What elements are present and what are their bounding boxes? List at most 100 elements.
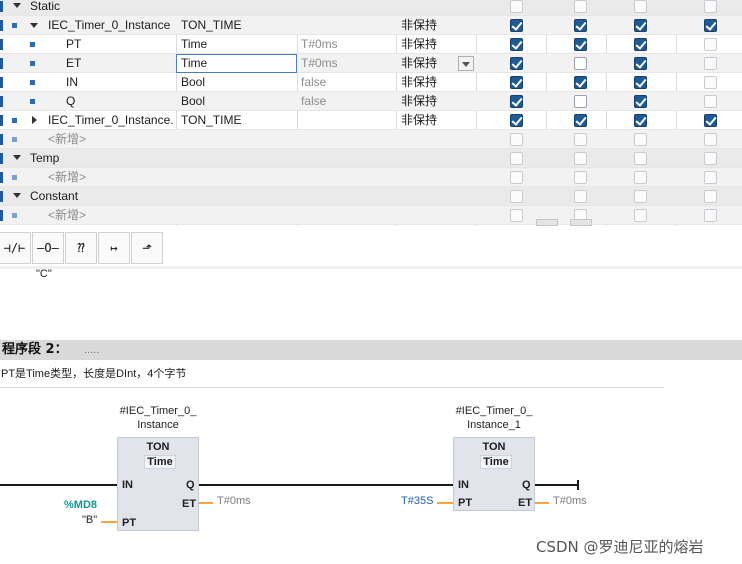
variable-option-checkbox[interactable]	[574, 38, 587, 51]
variable-option-checkbox[interactable]	[634, 38, 647, 51]
variable-row[interactable]: Q Bool false 非保持	[0, 92, 742, 111]
block-1-instance-name[interactable]: #IEC_Timer_0_ Instance	[108, 404, 208, 432]
variable-option-checkbox[interactable]	[574, 171, 587, 184]
network-title-placeholder[interactable]: .....	[84, 341, 99, 359]
variable-row[interactable]: IEC_Timer_0_Instance... TON_TIME 非保持	[0, 111, 742, 130]
variable-option-checkbox[interactable]	[510, 209, 523, 222]
variable-option-checkbox[interactable]	[704, 19, 717, 32]
variable-option-checkbox[interactable]	[510, 76, 523, 89]
open-branch-icon[interactable]: ↦	[98, 232, 130, 264]
variable-option-checkbox[interactable]	[510, 95, 523, 108]
variable-start-value[interactable]	[301, 0, 395, 16]
block-1-et-value[interactable]: T#0ms	[217, 495, 251, 507]
variable-option-checkbox[interactable]	[574, 0, 587, 13]
variable-option-checkbox[interactable]	[634, 95, 647, 108]
expand-arrow-icon[interactable]	[13, 193, 21, 198]
variable-option-checkbox[interactable]	[704, 190, 717, 203]
variable-start-value[interactable]	[301, 187, 395, 206]
variable-option-checkbox[interactable]	[510, 57, 523, 70]
expand-arrow-icon[interactable]	[32, 116, 37, 124]
variable-name[interactable]: Constant	[30, 187, 174, 206]
variable-option-checkbox[interactable]	[634, 209, 647, 222]
block-1-type-selector[interactable]: Time	[144, 455, 176, 469]
variable-option-checkbox[interactable]	[704, 38, 717, 51]
variable-name[interactable]: Q	[66, 92, 174, 111]
variable-retain[interactable]	[401, 187, 475, 206]
variable-option-checkbox[interactable]	[634, 19, 647, 32]
variable-option-checkbox[interactable]	[634, 114, 647, 127]
variable-option-checkbox[interactable]	[704, 57, 717, 70]
empty-box-icon[interactable]: ⁇	[65, 232, 97, 264]
network-header[interactable]: 程序段 2： .....	[0, 340, 742, 360]
variable-option-checkbox[interactable]	[634, 0, 647, 13]
variable-retain[interactable]	[401, 130, 475, 149]
variable-data-type[interactable]	[181, 149, 295, 168]
variable-start-value[interactable]	[301, 206, 395, 225]
scroll-down-handle[interactable]	[570, 219, 592, 226]
variable-row[interactable]: <新增>	[0, 206, 742, 225]
variable-row[interactable]: <新增>	[0, 130, 742, 149]
variable-retain[interactable]: 非保持	[401, 73, 475, 92]
variable-option-checkbox[interactable]	[704, 152, 717, 165]
expand-arrow-icon[interactable]	[13, 155, 21, 160]
variable-row[interactable]: Temp	[0, 149, 742, 168]
variable-retain[interactable]: 非保持	[401, 16, 475, 35]
variable-data-type[interactable]: Time	[181, 54, 295, 73]
variable-option-checkbox[interactable]	[704, 133, 717, 146]
block-2-pin-in[interactable]: IN	[458, 479, 469, 491]
variable-name[interactable]: <新增>	[48, 130, 174, 149]
variable-name[interactable]: PT	[66, 35, 174, 54]
variable-data-type[interactable]: Bool	[181, 73, 295, 92]
variable-data-type[interactable]: TON_TIME	[181, 111, 295, 130]
variable-option-checkbox[interactable]	[634, 133, 647, 146]
variable-row[interactable]: <新增>	[0, 168, 742, 187]
variable-name[interactable]: <新增>	[48, 206, 174, 225]
scroll-up-handle[interactable]	[536, 219, 558, 226]
variable-option-checkbox[interactable]	[510, 133, 523, 146]
variable-data-type[interactable]: Bool	[181, 92, 295, 111]
block-1-pt-symbol[interactable]: "B"	[82, 514, 97, 526]
variable-option-checkbox[interactable]	[634, 152, 647, 165]
variable-name[interactable]: Temp	[30, 149, 174, 168]
variable-option-checkbox[interactable]	[634, 76, 647, 89]
variable-name[interactable]: Static	[30, 0, 174, 16]
variable-option-checkbox[interactable]	[704, 95, 717, 108]
variable-retain[interactable]	[401, 168, 475, 187]
variable-row[interactable]: PT Time T#0ms 非保持	[0, 35, 742, 54]
block-1-pin-q[interactable]: Q	[186, 479, 195, 491]
variable-row[interactable]: Static	[0, 0, 742, 16]
variable-start-value[interactable]	[301, 168, 395, 187]
variable-option-checkbox[interactable]	[574, 152, 587, 165]
variable-option-checkbox[interactable]	[510, 152, 523, 165]
block-1-pin-in[interactable]: IN	[122, 479, 133, 491]
variable-data-type[interactable]	[181, 0, 295, 16]
variable-start-value[interactable]	[301, 130, 395, 149]
normally-closed-contact-icon[interactable]: ⊣/⊢	[0, 232, 31, 264]
variable-retain[interactable]: 非保持	[401, 92, 475, 111]
block-2-type-selector[interactable]: Time	[480, 455, 512, 469]
block-2-pin-q[interactable]: Q	[522, 479, 531, 491]
variable-row[interactable]: IN Bool false 非保持	[0, 73, 742, 92]
variable-option-checkbox[interactable]	[574, 76, 587, 89]
variable-retain[interactable]: 非保持	[401, 54, 475, 73]
variable-name[interactable]: IEC_Timer_0_Instance	[48, 16, 174, 35]
variable-name[interactable]: ET	[66, 54, 174, 73]
variable-start-value[interactable]	[301, 149, 395, 168]
variable-option-checkbox[interactable]	[510, 171, 523, 184]
variable-option-checkbox[interactable]	[704, 114, 717, 127]
block-1-pin-et[interactable]: ET	[182, 498, 196, 510]
variable-start-value[interactable]: T#0ms	[301, 54, 395, 73]
variable-start-value[interactable]: T#0ms	[301, 35, 395, 54]
variable-retain[interactable]	[401, 206, 475, 225]
variable-option-checkbox[interactable]	[510, 0, 523, 13]
block-2-pin-et[interactable]: ET	[518, 497, 532, 509]
ton-block-1[interactable]: TON Time IN PT Q ET	[117, 437, 199, 531]
variable-option-checkbox[interactable]	[574, 190, 587, 203]
coil-icon[interactable]: –O–	[32, 232, 64, 264]
block-2-instance-name[interactable]: #IEC_Timer_0_ Instance_1	[444, 404, 544, 432]
collapse-arrow-icon[interactable]	[30, 23, 38, 28]
variable-option-checkbox[interactable]	[704, 171, 717, 184]
variable-option-checkbox[interactable]	[634, 171, 647, 184]
variable-option-checkbox[interactable]	[634, 190, 647, 203]
variable-name[interactable]: <新增>	[48, 168, 174, 187]
